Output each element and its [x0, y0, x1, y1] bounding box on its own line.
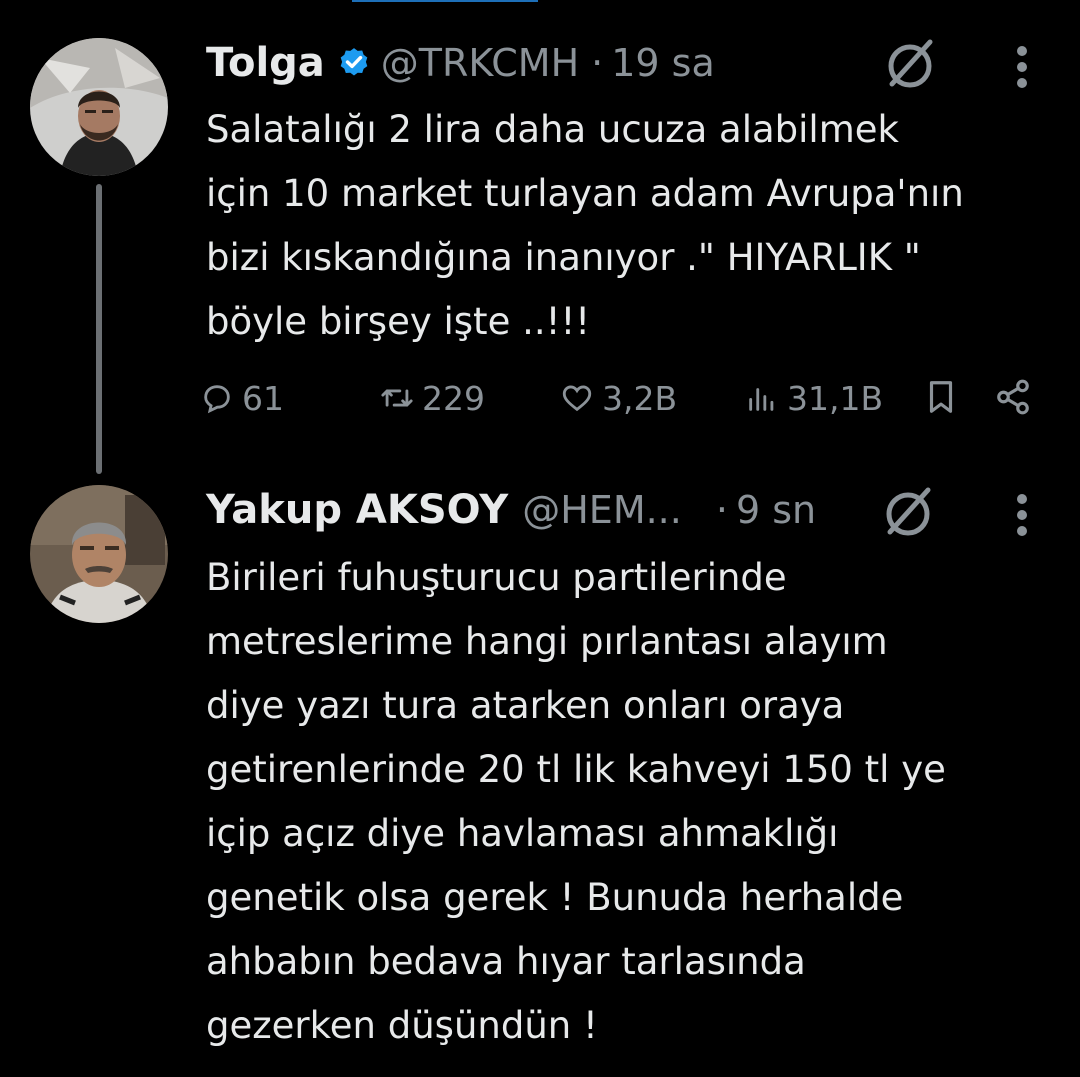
author-name[interactable]: Yakup AKSOY	[206, 487, 508, 533]
tweet-header: Tolga @TRKCMH · 19 sa	[206, 33, 715, 93]
share-icon[interactable]	[994, 378, 1032, 416]
repost-button[interactable]: 229	[380, 368, 485, 428]
views-icon	[749, 388, 774, 411]
reply-button[interactable]: 61	[200, 368, 284, 428]
views-button[interactable]: 31,1B	[745, 368, 883, 428]
verified-badge-icon	[340, 48, 368, 76]
author-handle[interactable]: @HEM...	[522, 488, 682, 532]
tweet-text-line: içip açız diye havlaması ahmaklığı	[206, 812, 839, 855]
grok-icon[interactable]	[880, 34, 940, 94]
avatar-tolga[interactable]	[30, 38, 168, 176]
timestamp[interactable]: 19 sa	[611, 41, 715, 85]
top-accent-line	[352, 0, 538, 2]
tweet-text-line: diye yazı tura atarken onları oraya	[206, 684, 845, 727]
repost-count: 229	[422, 378, 485, 418]
tweet-actions: 61 229 3,2B 31,1B	[200, 368, 1040, 428]
tweet-text-line: getirenlerinde 20 tl lik kahveyi 150 tl …	[206, 748, 946, 791]
tweet-text-line: bizi kıskandığına inanıyor ." HIYARLIK "	[206, 236, 921, 279]
avatar-yakup[interactable]	[30, 485, 168, 623]
tweet-text-line: metreslerime hangi pırlantası alayım	[206, 620, 888, 663]
reply-icon	[204, 385, 230, 414]
tweet-text-line: genetik olsa gerek ! Bunuda herhalde	[206, 876, 904, 919]
repost-icon	[381, 389, 413, 407]
thread-connector	[96, 184, 102, 474]
more-icon[interactable]	[1015, 492, 1029, 538]
more-icon[interactable]	[1015, 44, 1029, 90]
author-name[interactable]: Tolga	[206, 40, 325, 86]
tweet-text: Birileri fuhuşturucu partilerinde metres…	[206, 546, 946, 1058]
author-handle[interactable]: @TRKCMH	[381, 41, 579, 85]
separator: ·	[715, 488, 728, 532]
reply-count: 61	[242, 378, 284, 418]
like-count: 3,2B	[602, 378, 678, 418]
tweet-text-line: böyle birşey işte ..!!!	[206, 300, 591, 343]
bookmark-icon[interactable]	[922, 378, 960, 416]
separator: ·	[591, 41, 604, 85]
grok-icon[interactable]	[878, 482, 938, 542]
tweet-text-line: için 10 market turlayan adam Avrupa'nın	[206, 172, 964, 215]
views-count: 31,1B	[787, 378, 884, 418]
timestamp[interactable]: 9 sn	[736, 488, 816, 532]
tweet-text: Salatalığı 2 lira daha ucuza alabilmek i…	[206, 98, 964, 354]
tweet-text-line: Birileri fuhuşturucu partilerinde	[206, 556, 787, 599]
like-icon	[562, 385, 592, 412]
like-button[interactable]: 3,2B	[560, 368, 677, 428]
tweet-header: Yakup AKSOY @HEM... · 9 sn	[206, 480, 816, 540]
tweet-text-line: Salatalığı 2 lira daha ucuza alabilmek	[206, 108, 899, 151]
tweet-text-line: gezerken düşündün !	[206, 1004, 598, 1047]
tweet-text-line: ahbabın bedava hıyar tarlasında	[206, 940, 806, 983]
